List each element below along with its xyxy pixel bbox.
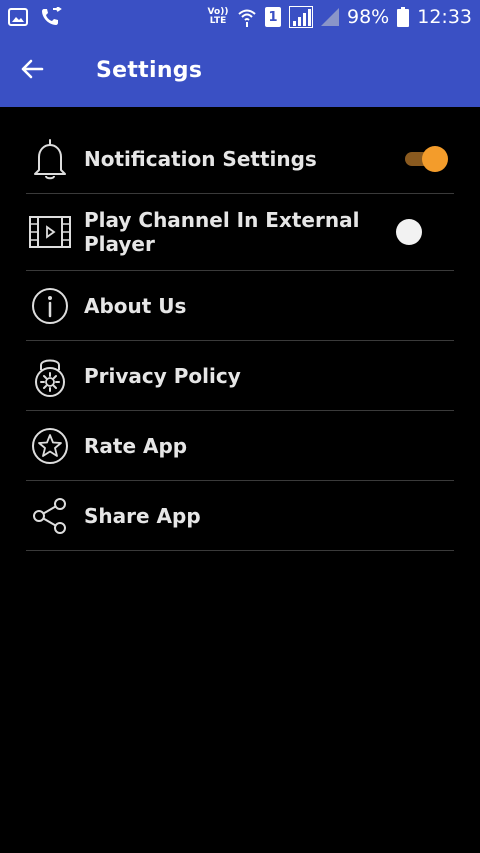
notification-toggle[interactable] xyxy=(402,145,448,173)
sim-slot-icon: 1 xyxy=(265,7,281,27)
battery-icon xyxy=(397,7,410,27)
share-icon xyxy=(26,496,74,536)
settings-item-label: Rate App xyxy=(84,433,188,458)
settings-item-label: Play Channel In External Player xyxy=(84,208,360,256)
settings-list: Notification Settings Play Channel In Ex… xyxy=(26,124,454,551)
settings-item-rate[interactable]: Rate App xyxy=(26,411,454,481)
toggle-thumb xyxy=(422,146,448,172)
app-bar: Settings xyxy=(0,34,480,107)
battery-percent: 98% xyxy=(347,6,390,28)
settings-item-label: About Us xyxy=(84,293,187,318)
settings-item-label: Privacy Policy xyxy=(84,363,241,388)
volte-indicator: Vo)) LTE xyxy=(207,7,229,26)
settings-item-about[interactable]: About Us xyxy=(26,271,454,341)
video-film-icon xyxy=(26,214,74,250)
clock: 12:33 xyxy=(417,6,472,28)
signal-strength-icon xyxy=(289,6,313,28)
lock-gear-icon xyxy=(26,354,74,398)
bell-icon xyxy=(26,137,74,181)
page-title: Settings xyxy=(96,58,203,83)
sim-slot-number: 1 xyxy=(268,9,278,25)
toggle-thumb xyxy=(396,219,422,245)
settings-item-label: Notification Settings xyxy=(84,146,317,171)
settings-item-external-player[interactable]: Play Channel In External Player xyxy=(26,194,454,271)
back-button[interactable] xyxy=(0,34,64,107)
settings-item-privacy[interactable]: Privacy Policy xyxy=(26,341,454,411)
star-circle-icon xyxy=(26,426,74,466)
settings-item-share[interactable]: Share App xyxy=(26,481,454,551)
arrow-back-icon xyxy=(20,57,44,85)
settings-item-notification[interactable]: Notification Settings xyxy=(26,124,454,194)
status-bar: Vo)) LTE 1 98% 12:33 xyxy=(0,0,480,34)
external-player-toggle[interactable] xyxy=(388,218,434,246)
gallery-notification-icon xyxy=(8,8,28,26)
info-icon xyxy=(26,286,74,326)
wifi-icon xyxy=(237,7,257,27)
call-forwarding-icon xyxy=(40,7,62,27)
signal-strength-sim2-icon xyxy=(321,8,339,26)
settings-item-label: Share App xyxy=(84,503,201,528)
